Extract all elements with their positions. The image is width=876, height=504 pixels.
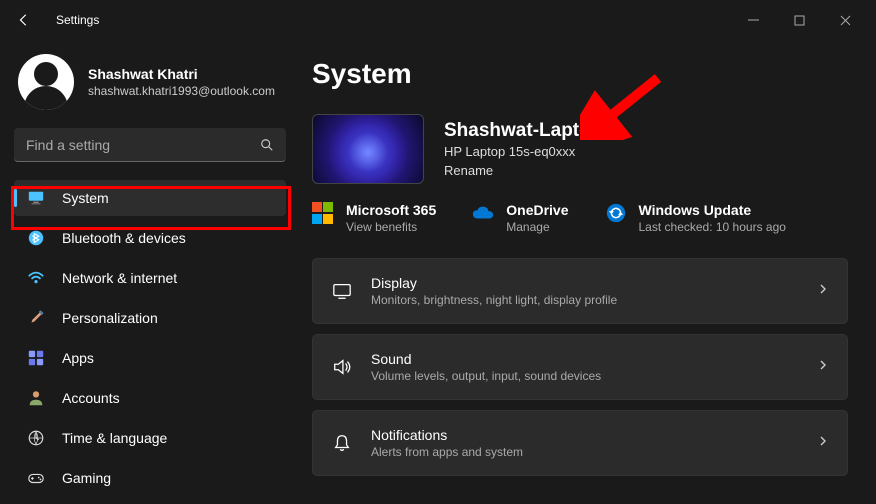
- window-title: Settings: [56, 13, 730, 27]
- clock-globe-icon: [26, 428, 46, 448]
- card-subtitle: Volume levels, output, input, sound devi…: [371, 369, 817, 383]
- card-title: Notifications: [371, 427, 817, 443]
- service-windows-update[interactable]: Windows Update Last checked: 10 hours ago: [605, 202, 786, 234]
- sidebar-item-time-language[interactable]: Time & language: [14, 420, 286, 456]
- search-box[interactable]: [14, 128, 286, 162]
- bluetooth-icon: [26, 228, 46, 248]
- chevron-right-icon: [817, 434, 829, 452]
- sidebar-item-label: Network & internet: [62, 270, 177, 286]
- service-microsoft-[interactable]: Microsoft 365 View benefits: [312, 202, 436, 234]
- sidebar-item-label: Accounts: [62, 390, 120, 406]
- service-action: Manage: [506, 220, 568, 234]
- service-title: Windows Update: [639, 202, 786, 218]
- maximize-icon: [794, 15, 805, 26]
- card-notifications[interactable]: Notifications Alerts from apps and system: [312, 410, 848, 476]
- maximize-button[interactable]: [776, 4, 822, 36]
- sidebar-item-network-internet[interactable]: Network & internet: [14, 260, 286, 296]
- device-name: Shashwat-Laptop: [444, 120, 602, 142]
- main-content: System Shashwat-Laptop HP Laptop 15s-eq0…: [300, 40, 876, 504]
- sidebar-item-label: System: [62, 190, 109, 206]
- card-title: Sound: [371, 351, 817, 367]
- card-subtitle: Monitors, brightness, night light, displ…: [371, 293, 817, 307]
- service-onedrive[interactable]: OneDrive Manage: [472, 202, 568, 234]
- titlebar: Settings: [0, 0, 876, 40]
- service-title: OneDrive: [506, 202, 568, 218]
- monitor-icon: [26, 188, 46, 208]
- sidebar-item-label: Time & language: [62, 430, 167, 446]
- card-display[interactable]: Display Monitors, brightness, night light…: [312, 258, 848, 324]
- close-icon: [840, 15, 851, 26]
- update-icon: [605, 202, 627, 224]
- settings-cards: Display Monitors, brightness, night light…: [312, 258, 848, 476]
- bell-icon: [331, 432, 353, 454]
- service-action: View benefits: [346, 220, 436, 234]
- card-subtitle: Alerts from apps and system: [371, 445, 817, 459]
- page-title: System: [312, 58, 848, 90]
- sidebar: Shashwat Khatri shashwat.khatri1993@outl…: [0, 40, 300, 504]
- sidebar-item-bluetooth-devices[interactable]: Bluetooth & devices: [14, 220, 286, 256]
- apps-icon: [26, 348, 46, 368]
- sound-icon: [331, 356, 353, 378]
- search-icon: [260, 138, 274, 152]
- device-wallpaper-thumbnail[interactable]: [312, 114, 424, 184]
- search-input[interactable]: [26, 137, 260, 153]
- sidebar-item-label: Apps: [62, 350, 94, 366]
- cloud-icon: [472, 202, 494, 224]
- sidebar-item-label: Bluetooth & devices: [62, 230, 186, 246]
- rename-link[interactable]: Rename: [444, 163, 602, 178]
- sidebar-item-personalization[interactable]: Personalization: [14, 300, 286, 336]
- sidebar-item-label: Gaming: [62, 470, 111, 486]
- gamepad-icon: [26, 468, 46, 488]
- window-controls: [730, 4, 868, 36]
- avatar: [18, 54, 74, 110]
- microsoft-icon: [312, 202, 334, 224]
- back-button[interactable]: [8, 4, 40, 36]
- chevron-right-icon: [817, 282, 829, 300]
- person-icon: [26, 388, 46, 408]
- back-arrow-icon: [17, 13, 31, 27]
- sidebar-item-label: Personalization: [62, 310, 158, 326]
- minimize-button[interactable]: [730, 4, 776, 36]
- nav-list: System Bluetooth & devices Network & inter…: [14, 180, 286, 504]
- services-row: Microsoft 365 View benefits OneDrive Manage…: [312, 202, 848, 234]
- device-info: Shashwat-Laptop HP Laptop 15s-eq0xxx Ren…: [312, 114, 848, 184]
- sidebar-item-accounts[interactable]: Accounts: [14, 380, 286, 416]
- card-title: Display: [371, 275, 817, 291]
- card-sound[interactable]: Sound Volume levels, output, input, sound…: [312, 334, 848, 400]
- display-icon: [331, 280, 353, 302]
- sidebar-item-system[interactable]: System: [14, 180, 286, 216]
- paintbrush-icon: [26, 308, 46, 328]
- device-model: HP Laptop 15s-eq0xxx: [444, 144, 602, 159]
- sidebar-item-gaming[interactable]: Gaming: [14, 460, 286, 496]
- close-button[interactable]: [822, 4, 868, 36]
- chevron-right-icon: [817, 358, 829, 376]
- wifi-icon: [26, 268, 46, 288]
- user-email: shashwat.khatri1993@outlook.com: [88, 84, 275, 98]
- user-name: Shashwat Khatri: [88, 66, 275, 82]
- service-action: Last checked: 10 hours ago: [639, 220, 786, 234]
- minimize-icon: [748, 15, 759, 26]
- sidebar-item-apps[interactable]: Apps: [14, 340, 286, 376]
- service-title: Microsoft 365: [346, 202, 436, 218]
- user-profile[interactable]: Shashwat Khatri shashwat.khatri1993@outl…: [14, 40, 286, 128]
